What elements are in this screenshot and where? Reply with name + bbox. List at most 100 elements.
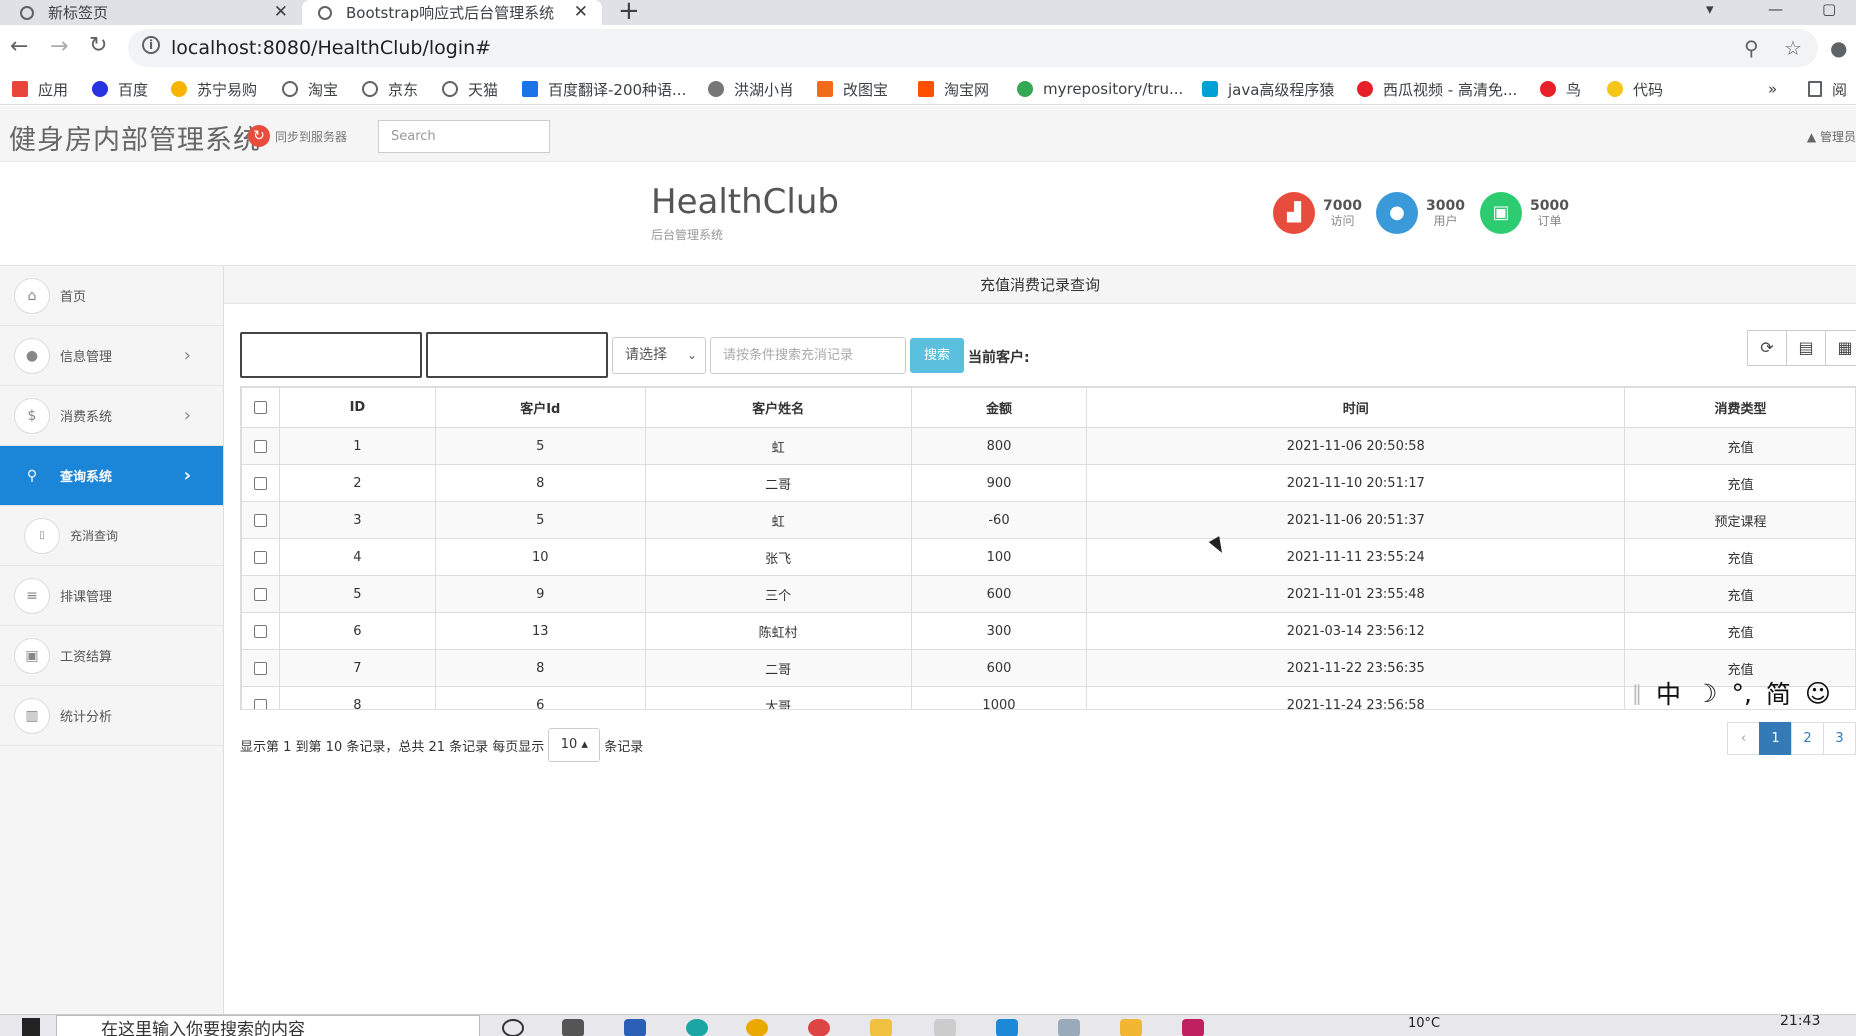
minimize-icon[interactable]: — [1768,0,1783,18]
row-checkbox[interactable] [241,649,280,687]
intellij-icon[interactable] [1182,1019,1204,1036]
table-row[interactable]: 8 6 大哥 1000 2021-11-24 23:56:58 [241,686,1855,709]
query-input-1[interactable] [240,332,422,378]
tab-search-icon[interactable]: ▾ [1706,0,1714,18]
clock-time[interactable]: 21:43 [1780,1015,1820,1029]
app-icon[interactable] [996,1019,1018,1036]
task-view-icon[interactable] [562,1019,584,1036]
toggle-view-button[interactable]: ▤ [1786,330,1826,366]
column-header[interactable]: ID [278,387,436,428]
table-row[interactable]: 7 8 二哥 600 2021-11-22 23:56:35 充值 [241,649,1855,687]
browser-tab-active[interactable]: Bootstrap响应式后台管理系统 ✕ [302,0,602,25]
bookmark-item[interactable]: myrepository/tru... [1017,79,1183,99]
table-row[interactable]: 1 5 虹 800 2021-11-06 20:50:58 充值 [241,427,1855,465]
column-header[interactable]: 金额 [910,387,1088,428]
top-search-input[interactable]: Search [378,120,550,153]
table-row[interactable]: 3 5 虹 -60 2021-11-06 20:51:37 预定课程 [241,501,1855,539]
app-icon[interactable] [1058,1019,1080,1036]
refresh-button[interactable]: ⟳ [1747,330,1787,366]
close-tab-icon[interactable]: ✕ [574,2,588,22]
bookmark-item[interactable]: 百度翻译-200种语... [522,79,686,99]
bookmark-item[interactable]: 苏宁易购 [171,79,257,99]
row-checkbox[interactable] [241,427,280,465]
bookmark-item[interactable]: 鸟 [1540,79,1581,99]
table-row[interactable]: 4 10 张飞 100 2021-11-11 23:55:24 充值 [241,538,1855,576]
row-checkbox[interactable] [241,612,280,650]
forward-icon[interactable]: → [50,34,68,59]
sidebar-item-consume[interactable]: $ 消费系统 › [0,386,223,446]
new-tab-button[interactable]: + [618,0,640,26]
app-icon[interactable] [934,1019,956,1036]
browser-tab-newtab[interactable]: 新标签页 ✕ [0,0,302,25]
sidebar-item-home[interactable]: ⌂ 首页 [0,266,223,326]
sidebar-subitem-recharge-query[interactable]: ▯ 充消查询 [0,506,223,566]
table-row[interactable]: 6 13 陈虹村 300 2021-03-14 23:56:12 充值 [241,612,1855,650]
profile-avatar-icon[interactable]: ● [1830,36,1847,60]
bookmark-item[interactable]: 洪湖小肖 [708,79,794,99]
chrome-icon[interactable] [808,1019,830,1036]
condition-select[interactable]: 请选择 ⌄ [612,337,706,374]
table-row[interactable]: 2 8 二哥 900 2021-11-10 20:51:17 充值 [241,464,1855,502]
maximize-icon[interactable]: ▢ [1822,0,1836,18]
app-icon[interactable] [1120,1019,1142,1036]
column-header[interactable]: 消费类型 [1624,387,1855,428]
edge-icon[interactable] [686,1019,708,1036]
user-menu[interactable]: ▲ 管理员 [1807,128,1856,145]
cortana-icon[interactable] [502,1019,524,1036]
sync-to-server-button[interactable]: ↻ 同步到服务器 [248,125,347,147]
url-text[interactable]: localhost:8080/HealthClub/login# [171,37,491,59]
ime-simplified[interactable]: 简 [1766,675,1791,711]
bookmark-star-icon[interactable]: ☆ [1784,36,1802,60]
column-header[interactable]: 时间 [1086,387,1626,428]
sidebar-item-info[interactable]: ● 信息管理 › [0,326,223,386]
site-info-icon[interactable]: i [142,36,160,54]
reload-icon[interactable]: ↻ [89,33,107,58]
column-header[interactable]: 客户Id [434,387,646,428]
bookmarks-more-button[interactable]: » [1768,79,1777,99]
ime-chinese-mode[interactable]: 中 [1656,675,1681,711]
row-checkbox[interactable] [241,686,280,709]
bookmark-item[interactable]: java高级程序猿 [1202,79,1334,99]
sidebar-item-query[interactable]: ⚲ 查询系统 › [0,446,223,506]
row-checkbox[interactable] [241,464,280,502]
sidebar-item-schedule[interactable]: ≡ 排课管理 [0,566,223,626]
query-input-2[interactable] [426,332,608,378]
bookmark-item[interactable]: 代码 [1607,79,1663,99]
bookmark-item[interactable]: 改图宝 [817,79,888,99]
taskbar-search-input[interactable]: 在这里输入你要搜索的内容 [56,1015,480,1036]
close-tab-icon[interactable]: ✕ [274,2,288,22]
sidebar-item-stats[interactable]: ▥ 统计分析 [0,686,223,746]
back-icon[interactable]: ← [10,34,28,59]
search-button[interactable]: 搜索 [910,338,964,373]
bookmark-item[interactable]: 天猫 [442,79,498,99]
reading-list-button[interactable]: 阅 [1808,79,1847,99]
row-checkbox[interactable] [241,538,280,576]
row-checkbox[interactable] [241,575,280,613]
bookmark-item[interactable]: 京东 [362,79,418,99]
bookmark-item[interactable]: 百度 [92,79,148,99]
prev-page-button[interactable]: ‹ [1727,722,1760,755]
moon-icon[interactable]: ☽ [1695,679,1717,708]
weather-label[interactable]: 10°C [1408,1016,1440,1031]
columns-button[interactable]: ▦ [1825,330,1856,366]
bookmark-item[interactable]: 西瓜视频 - 高清免... [1357,79,1517,99]
page-button[interactable]: 1 [1759,722,1792,755]
page-size-dropdown[interactable]: 10 ▴ [548,728,601,762]
ime-drag-handle[interactable]: ‖ [1632,681,1642,705]
sidebar-item-salary[interactable]: ▣ 工资结算 [0,626,223,686]
app-icon[interactable] [624,1019,646,1036]
folder-icon[interactable] [870,1019,892,1036]
zoom-icon[interactable]: ⚲ [1744,36,1759,60]
bookmark-item[interactable]: 淘宝网 [918,79,989,99]
ime-punctuation[interactable]: °, [1731,679,1751,708]
bookmark-item[interactable]: 淘宝 [282,79,338,99]
page-button[interactable]: 2 [1791,722,1824,755]
page-button[interactable]: 3 [1823,722,1856,755]
emoji-icon[interactable]: ☺ [1805,679,1831,708]
column-header[interactable]: 客户姓名 [644,387,912,428]
row-checkbox[interactable] [241,501,280,539]
select-all-checkbox[interactable] [241,387,280,428]
bookmark-item[interactable]: 应用 [12,79,68,99]
windows-start-icon[interactable] [22,1018,40,1036]
chrome-icon[interactable] [746,1019,768,1036]
